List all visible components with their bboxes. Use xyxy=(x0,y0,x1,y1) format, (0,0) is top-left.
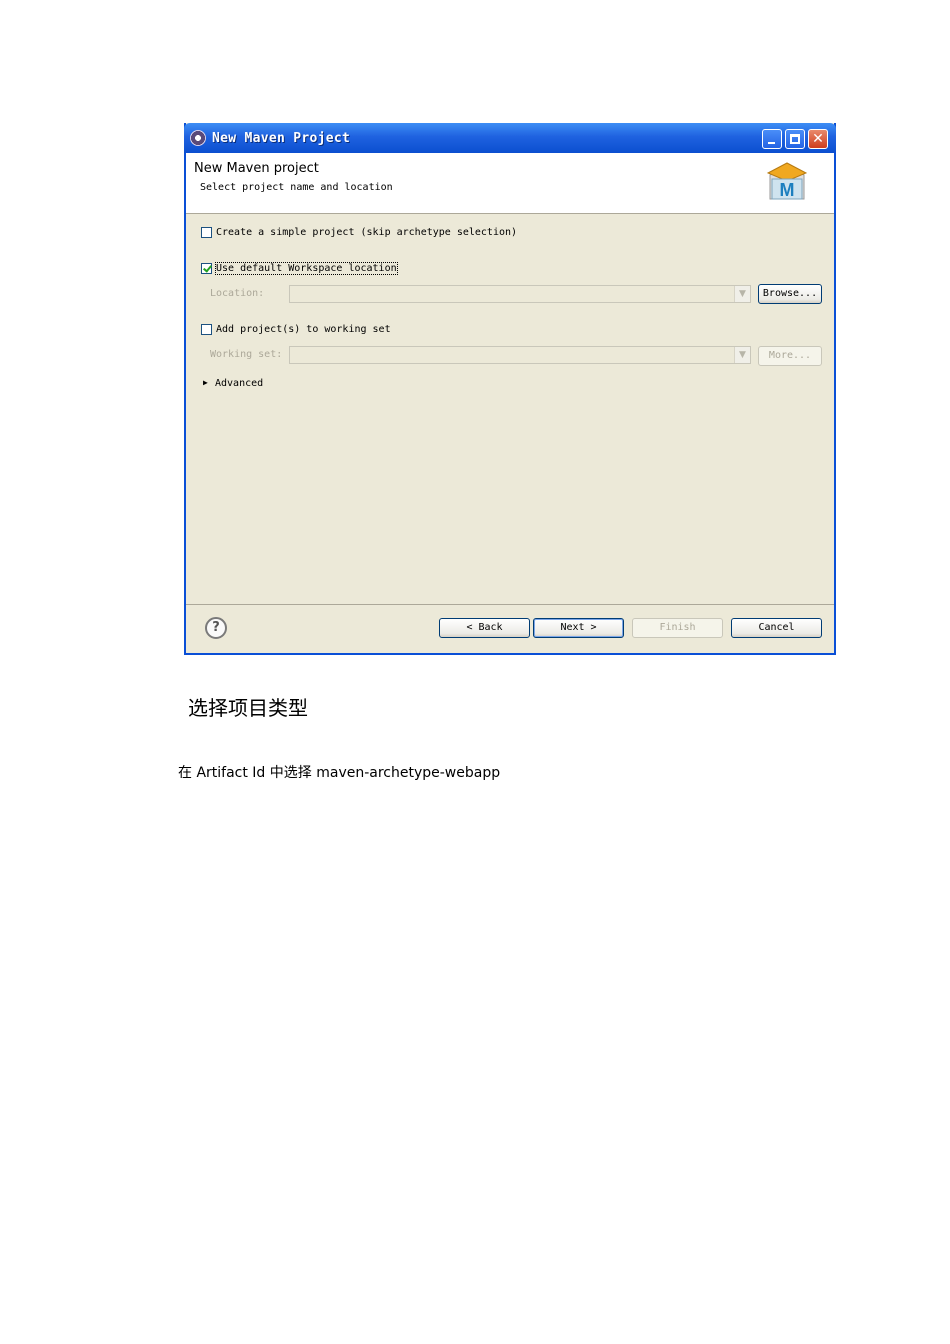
chevron-right-icon[interactable]: ▶ xyxy=(203,378,208,387)
cancel-button[interactable]: Cancel xyxy=(731,618,822,638)
close-icon: ✕ xyxy=(812,131,824,147)
window-title: New Maven Project xyxy=(212,131,351,146)
section-heading: 选择项目类型 xyxy=(188,696,308,720)
chevron-down-icon[interactable]: ▼ xyxy=(734,286,750,302)
eclipse-icon xyxy=(190,130,206,146)
working-set-label: Working set: xyxy=(210,349,283,360)
help-icon[interactable]: ? xyxy=(205,617,227,639)
default-workspace-checkbox[interactable] xyxy=(201,263,212,274)
location-label: Location: xyxy=(210,288,265,299)
simple-project-checkbox[interactable] xyxy=(201,227,212,238)
maven-logo-icon: M xyxy=(766,162,808,200)
default-workspace-label[interactable]: Use default Workspace location xyxy=(215,262,398,275)
maven-logo-letter: M xyxy=(780,180,795,200)
banner-subtitle: Select project name and location xyxy=(200,182,393,193)
simple-project-label[interactable]: Create a simple project (skip archetype … xyxy=(216,227,517,238)
minimize-button[interactable] xyxy=(762,129,782,149)
back-button[interactable]: < Back xyxy=(439,618,530,638)
new-maven-project-dialog: New Maven Project ✕ New Maven project Se… xyxy=(184,123,836,655)
advanced-section-toggle[interactable]: Advanced xyxy=(215,378,263,389)
next-button[interactable]: Next > xyxy=(533,618,624,638)
browse-button[interactable]: Browse... xyxy=(758,284,822,304)
more-button[interactable]: More... xyxy=(758,346,822,366)
instruction-text: 在 Artifact Id 中选择 maven-archetype-webapp xyxy=(178,765,501,781)
maximize-icon xyxy=(790,134,800,144)
wizard-banner: New Maven project Select project name an… xyxy=(186,153,834,214)
title-bar[interactable]: New Maven Project ✕ xyxy=(184,123,836,153)
chevron-down-icon[interactable]: ▼ xyxy=(734,347,750,363)
footer-divider xyxy=(186,604,834,605)
working-set-checkbox-label[interactable]: Add project(s) to working set xyxy=(216,324,391,335)
close-button[interactable]: ✕ xyxy=(808,129,828,149)
working-set-combo[interactable]: ▼ xyxy=(289,346,751,364)
maximize-button[interactable] xyxy=(785,129,805,149)
banner-title: New Maven project xyxy=(194,161,319,176)
location-combo[interactable]: ▼ xyxy=(289,285,751,303)
minimize-icon xyxy=(768,142,775,144)
working-set-checkbox[interactable] xyxy=(201,324,212,335)
finish-button[interactable]: Finish xyxy=(632,618,723,638)
